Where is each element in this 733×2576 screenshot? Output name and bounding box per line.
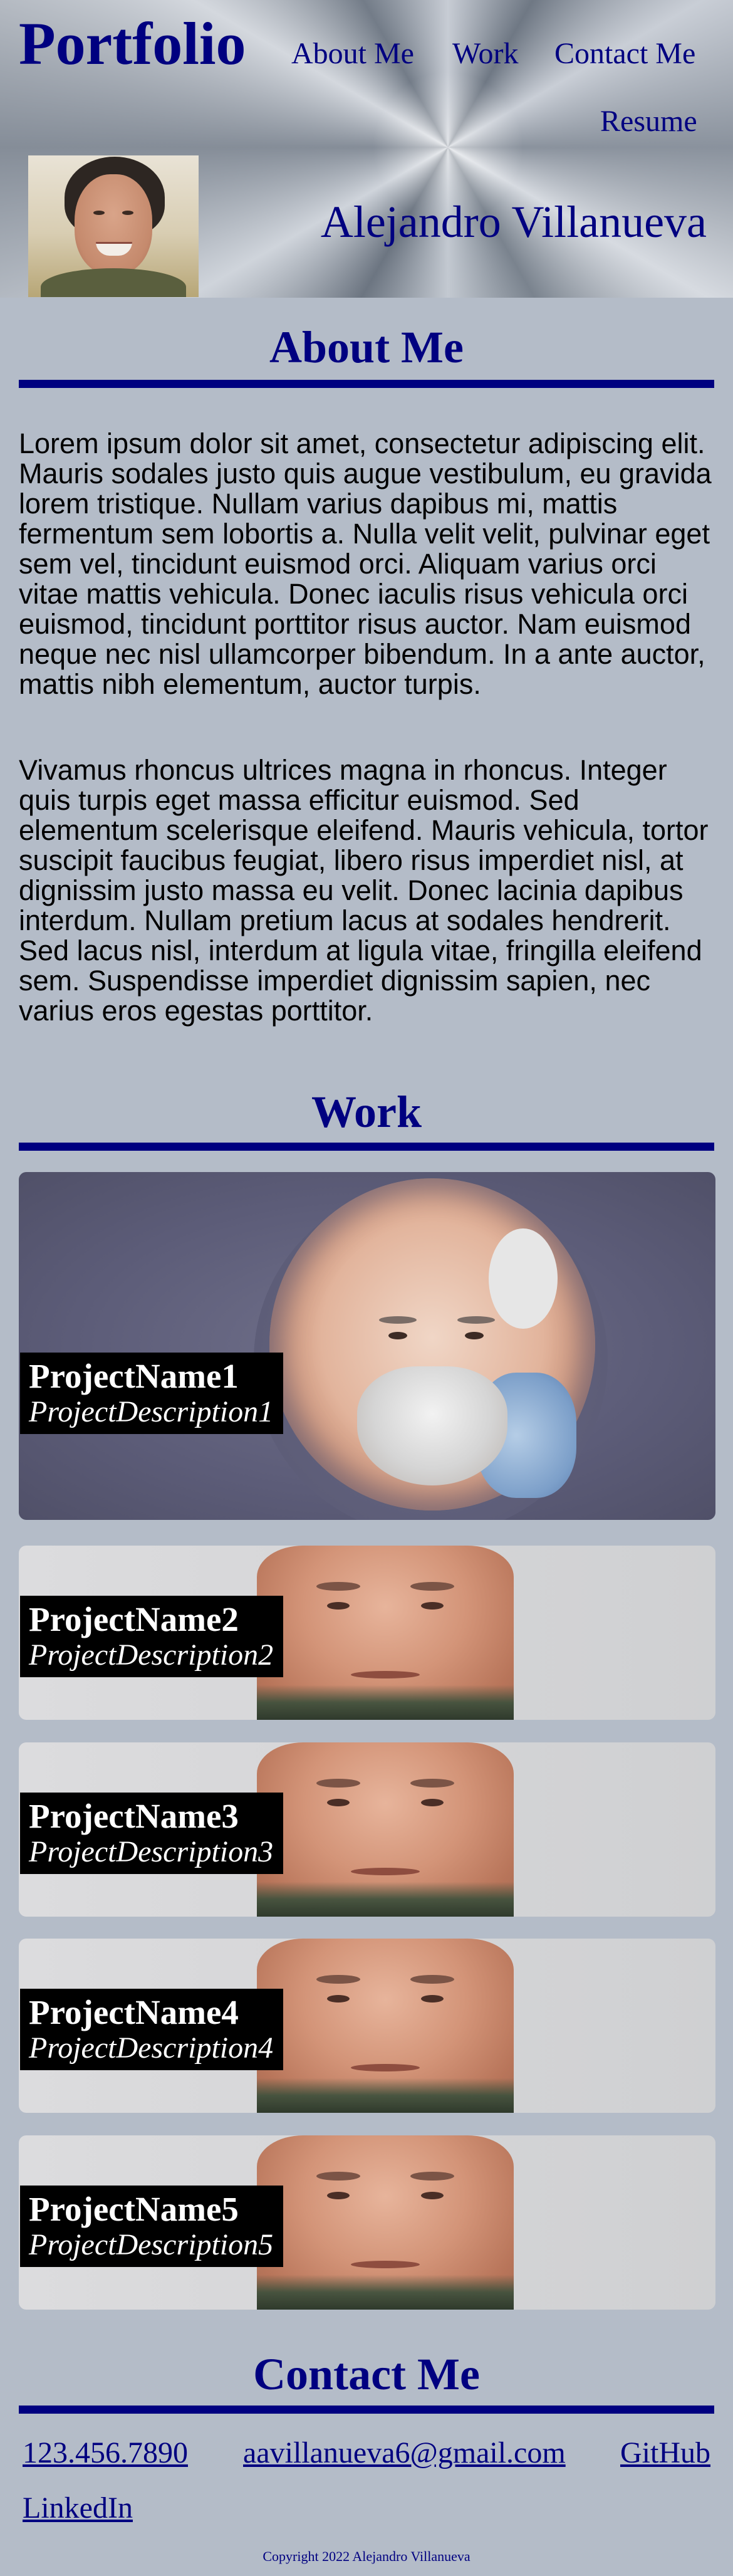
about-paragraph-2: Vivamus rhoncus ultrices magna in rhoncu…: [19, 754, 709, 1027]
project-card-4[interactable]: ProjectName4 ProjectDescription4: [19, 1939, 715, 2113]
about-paragraph-1: Lorem ipsum dolor sit amet, consectetur …: [19, 427, 712, 700]
project-description: ProjectDescription2: [29, 1638, 274, 1672]
work-divider: [19, 1143, 714, 1151]
project-caption-1: ProjectName1 ProjectDescription1: [20, 1353, 283, 1434]
about-divider: [19, 380, 714, 388]
email-link[interactable]: aavillanueva6@gmail.com: [243, 2438, 566, 2468]
phone-link[interactable]: 123.456.7890: [23, 2438, 188, 2468]
copyright-text: Copyright 2022 Alejandro Villanueva: [263, 2548, 470, 2564]
project-image-3: [257, 1742, 514, 1917]
project-name: ProjectName3: [29, 1797, 239, 1835]
project-card-2[interactable]: ProjectName2 ProjectDescription2: [19, 1546, 715, 1720]
project-name: ProjectName1: [29, 1357, 239, 1395]
linkedin-link[interactable]: LinkedIn: [23, 2493, 133, 2523]
work-heading: Work: [311, 1087, 422, 1137]
profile-photo: [28, 155, 199, 297]
site-header: Portfolio About Me Work Contact Me Resum…: [0, 0, 733, 298]
project-card-3[interactable]: ProjectName3 ProjectDescription3: [19, 1742, 715, 1917]
project-image-2: [257, 1546, 514, 1720]
project-caption-3: ProjectName3 ProjectDescription3: [20, 1793, 283, 1874]
project-description: ProjectDescription5: [29, 2228, 274, 2261]
project-card-1[interactable]: ProjectName1 ProjectDescription1: [19, 1172, 715, 1520]
project-caption-2: ProjectName2 ProjectDescription2: [20, 1596, 283, 1677]
nav-contact-link[interactable]: Contact Me: [554, 39, 695, 69]
contact-heading: Contact Me: [253, 2349, 480, 2399]
contact-divider: [19, 2406, 714, 2414]
project-description: ProjectDescription3: [29, 1835, 274, 1868]
project-card-5[interactable]: ProjectName5 ProjectDescription5: [19, 2135, 715, 2310]
nav-resume-link[interactable]: Resume: [600, 107, 697, 137]
brand-title: Portfolio: [19, 10, 246, 77]
project-caption-4: ProjectName4 ProjectDescription4: [20, 1989, 283, 2070]
project-portrait-1: [269, 1178, 595, 1511]
project-name: ProjectName4: [29, 1993, 239, 2031]
project-description: ProjectDescription4: [29, 2031, 274, 2065]
project-description: ProjectDescription1: [29, 1395, 274, 1428]
nav-about-link[interactable]: About Me: [291, 39, 414, 69]
person-name: Alejandro Villanueva: [320, 197, 707, 247]
project-caption-5: ProjectName5 ProjectDescription5: [20, 2186, 283, 2267]
about-heading: About Me: [269, 322, 464, 372]
project-name: ProjectName5: [29, 2190, 239, 2228]
project-name: ProjectName2: [29, 1600, 239, 1638]
project-image-4: [257, 1939, 514, 2113]
project-image-5: [257, 2135, 514, 2310]
nav-work-link[interactable]: Work: [452, 39, 518, 69]
github-link[interactable]: GitHub: [620, 2438, 710, 2468]
